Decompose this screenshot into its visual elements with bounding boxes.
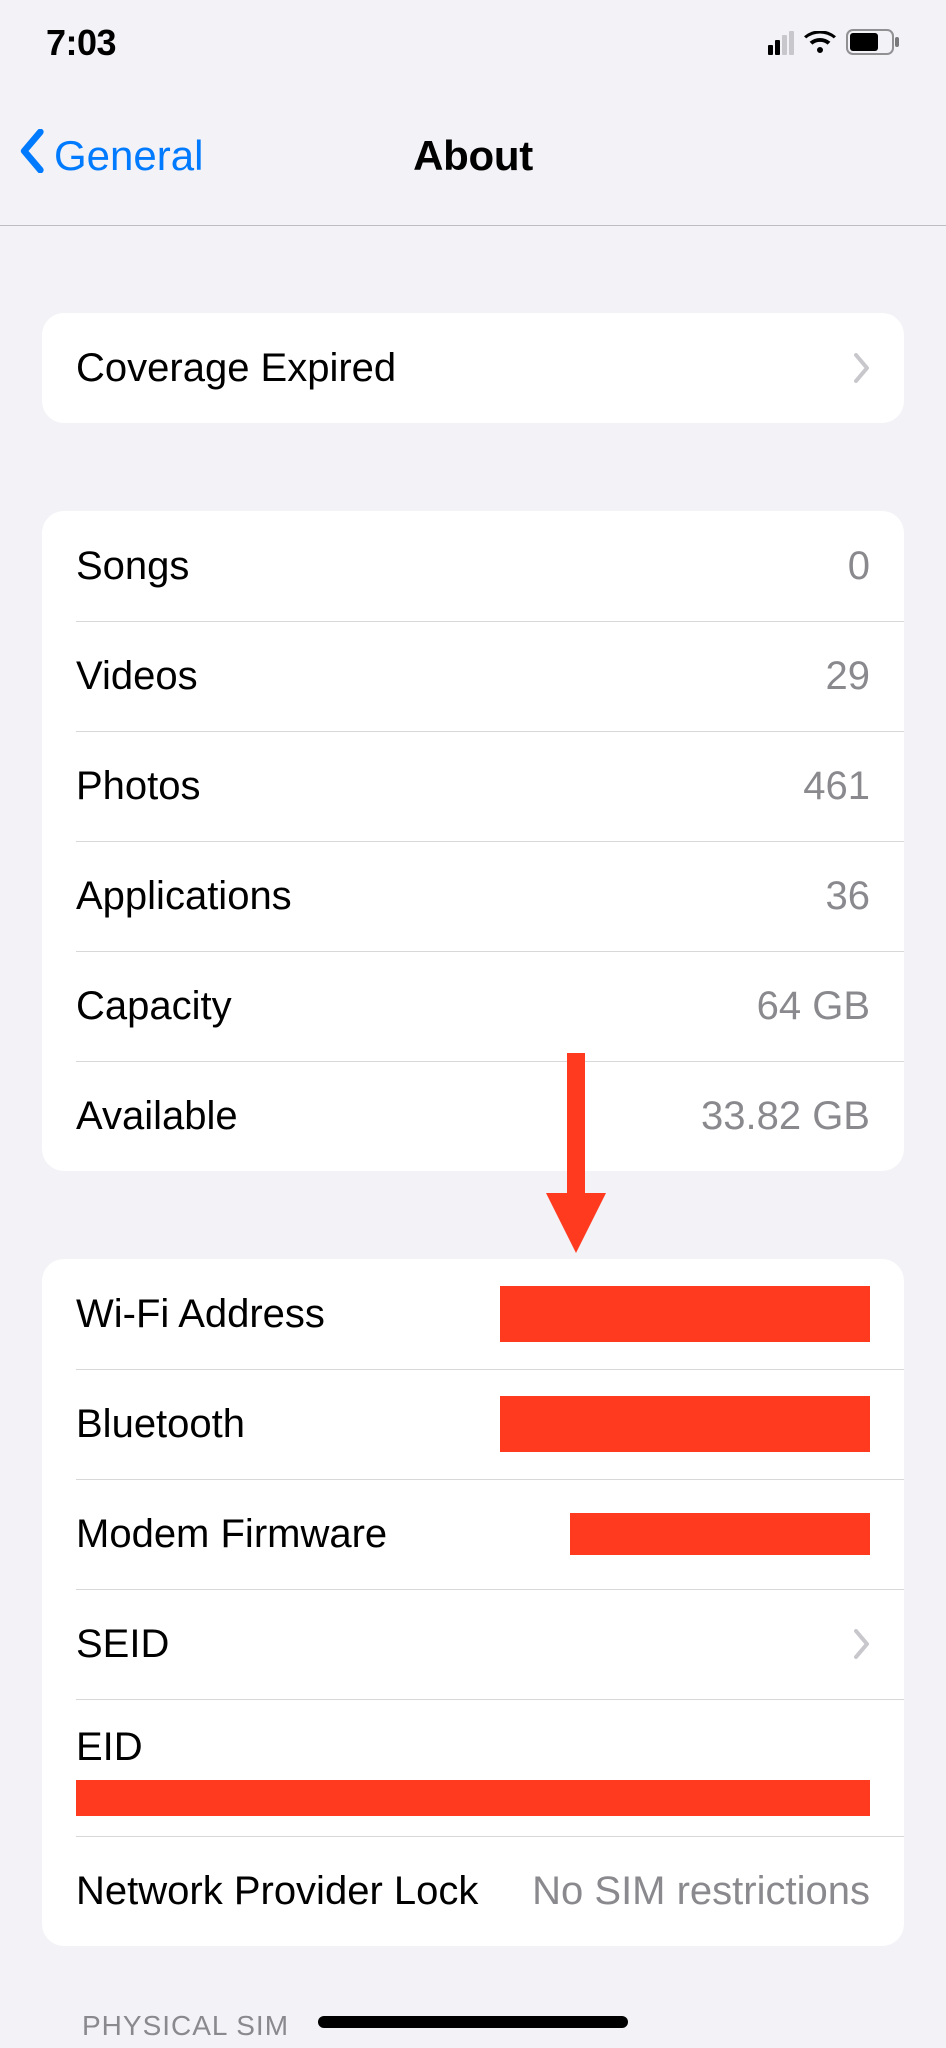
- redacted-value: [500, 1396, 870, 1452]
- nav-bar: General About: [0, 86, 946, 226]
- group-storage: Songs 0 Videos 29 Photos 461 Application…: [42, 511, 904, 1171]
- status-time: 7:03: [46, 22, 116, 64]
- row-network-provider-lock: Network Provider Lock No SIM restriction…: [42, 1836, 904, 1946]
- wifi-icon: [804, 22, 836, 64]
- available-value: 33.82 GB: [701, 1094, 870, 1139]
- row-songs: Songs 0: [42, 511, 904, 621]
- coverage-label: Coverage Expired: [76, 346, 396, 391]
- row-applications: Applications 36: [42, 841, 904, 951]
- applications-label: Applications: [76, 874, 292, 919]
- bluetooth-label: Bluetooth: [76, 1402, 245, 1447]
- content[interactable]: Coverage Expired Songs 0 Videos 29 Photo…: [0, 227, 946, 2048]
- status-indicators: [768, 22, 900, 64]
- section-header-physical-sim: PHYSICAL SIM: [82, 2010, 289, 2042]
- back-button[interactable]: General: [18, 129, 203, 183]
- row-modem-firmware: Modem Firmware: [42, 1479, 904, 1589]
- page-title: About: [413, 132, 533, 180]
- cellular-icon: [768, 31, 794, 55]
- redacted-value: [500, 1286, 870, 1342]
- status-bar: 7:03: [0, 0, 946, 86]
- chevron-right-icon: [852, 353, 870, 383]
- videos-value: 29: [826, 654, 871, 699]
- videos-label: Videos: [76, 654, 198, 699]
- redacted-value: [76, 1780, 870, 1816]
- eid-label: EID: [76, 1725, 870, 1770]
- available-label: Available: [76, 1094, 238, 1139]
- group-network-ids: Wi-Fi Address Bluetooth Modem Firmware S…: [42, 1259, 904, 1946]
- applications-value: 36: [826, 874, 871, 919]
- home-indicator[interactable]: [318, 2016, 628, 2028]
- row-seid[interactable]: SEID: [42, 1589, 904, 1699]
- row-coverage-expired[interactable]: Coverage Expired: [42, 313, 904, 423]
- battery-icon: [846, 22, 900, 64]
- row-photos: Photos 461: [42, 731, 904, 841]
- row-available: Available 33.82 GB: [42, 1061, 904, 1171]
- wifi-address-label: Wi-Fi Address: [76, 1292, 325, 1337]
- redacted-value: [570, 1513, 870, 1555]
- back-label: General: [54, 132, 203, 180]
- capacity-value: 64 GB: [757, 984, 870, 1029]
- npl-value: No SIM restrictions: [532, 1869, 870, 1914]
- row-eid: EID: [42, 1699, 904, 1836]
- row-videos: Videos 29: [42, 621, 904, 731]
- group-coverage: Coverage Expired: [42, 313, 904, 423]
- capacity-label: Capacity: [76, 984, 232, 1029]
- songs-value: 0: [848, 544, 870, 589]
- modem-firmware-label: Modem Firmware: [76, 1512, 387, 1557]
- row-capacity: Capacity 64 GB: [42, 951, 904, 1061]
- photos-value: 461: [803, 764, 870, 809]
- row-wifi-address: Wi-Fi Address: [42, 1259, 904, 1369]
- photos-label: Photos: [76, 764, 201, 809]
- chevron-left-icon: [18, 129, 48, 183]
- chevron-right-icon: [852, 1629, 870, 1659]
- songs-label: Songs: [76, 544, 189, 589]
- npl-label: Network Provider Lock: [76, 1869, 478, 1914]
- row-bluetooth: Bluetooth: [42, 1369, 904, 1479]
- seid-label: SEID: [76, 1622, 169, 1667]
